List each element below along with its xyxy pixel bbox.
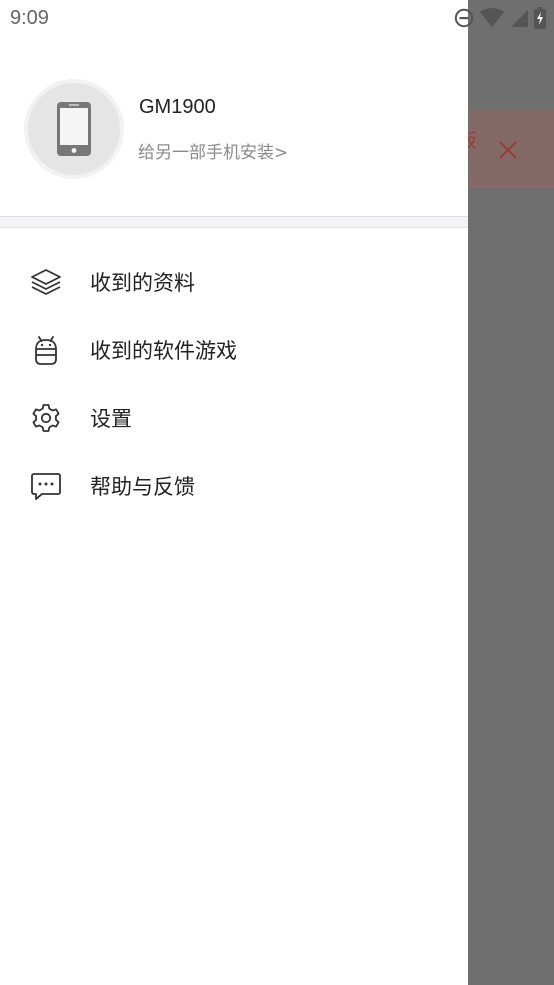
status-time: 9:09: [10, 7, 49, 29]
avatar[interactable]: [28, 83, 120, 175]
layers-icon: [31, 269, 61, 295]
phone-icon: [57, 102, 91, 156]
menu-item-label: 收到的软件游戏: [90, 339, 237, 363]
gear-icon: [32, 404, 60, 432]
chat-bubble-icon: [31, 473, 61, 500]
menu-item-received-files[interactable]: 收到的资料: [0, 248, 468, 316]
screen: 板 9:09 GM1900: [0, 0, 554, 985]
wifi-icon: [480, 8, 504, 27]
close-icon[interactable]: [497, 139, 519, 161]
signal-icon: [511, 10, 528, 27]
menu-item-label: 设置: [90, 407, 132, 431]
android-icon: [35, 336, 57, 365]
menu-item-received-apps-games[interactable]: 收到的软件游戏: [0, 316, 468, 384]
status-icons: [454, 6, 546, 30]
menu-item-help-feedback[interactable]: 帮助与反馈: [0, 452, 468, 520]
menu-item-settings[interactable]: 设置: [0, 384, 468, 452]
do-not-disturb-icon: [454, 8, 474, 28]
battery-charging-icon: [534, 7, 546, 29]
menu-item-label: 收到的资料: [90, 271, 195, 295]
device-name: GM1900: [139, 96, 216, 118]
section-divider: [0, 216, 468, 228]
install-on-another-phone-link[interactable]: 给另一部手机安装>: [138, 138, 288, 163]
navigation-drawer: GM1900 给另一部手机安装> 收到的资料 收到的软件游戏 设置 帮助与反馈: [0, 0, 468, 985]
menu-item-label: 帮助与反馈: [90, 475, 195, 499]
drawer-menu: 收到的资料 收到的软件游戏 设置 帮助与反馈: [0, 248, 468, 520]
